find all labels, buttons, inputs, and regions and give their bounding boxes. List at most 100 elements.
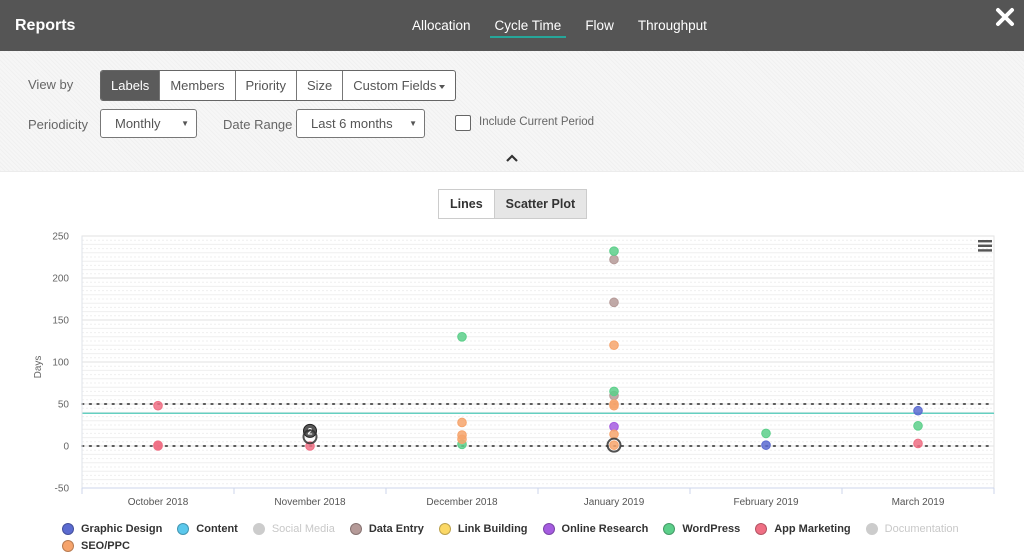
legend-label: WordPress <box>682 523 741 535</box>
data-point[interactable] <box>457 332 467 342</box>
custom-fields-label: Custom Fields <box>353 78 437 93</box>
data-point[interactable] <box>609 400 619 411</box>
date-range-select[interactable]: Last 6 months ▼ <box>296 109 425 138</box>
hamburger-menu-icon-bar <box>978 244 992 247</box>
tab-flow[interactable]: Flow <box>573 0 626 51</box>
view-by-members-button[interactable]: Members <box>160 71 236 100</box>
view-by-label: View by <box>28 77 74 92</box>
x-tick-label: December 2018 <box>426 497 498 508</box>
x-tick-label: March 2019 <box>892 497 945 508</box>
chart-menu-button[interactable] <box>978 240 992 252</box>
legend-item[interactable]: Graphic Design <box>62 522 162 536</box>
page-title: Reports <box>15 17 76 34</box>
data-point[interactable] <box>609 340 619 350</box>
tab-allocation[interactable]: Allocation <box>400 0 483 51</box>
x-tick-label: February 2019 <box>733 497 798 508</box>
legend-label: Documentation <box>884 523 959 535</box>
chart-type-toggle: Lines Scatter Plot <box>438 189 588 219</box>
legend-marker-icon <box>755 523 768 535</box>
data-point[interactable] <box>913 405 923 416</box>
legend-item[interactable]: Link Building <box>438 522 528 536</box>
cycle-time-scatter-chart: 250 200 150 100 50 0 -50 October 2018 November 2… <box>33 232 995 508</box>
legend-marker-icon <box>865 523 878 535</box>
legend-label: Online Research <box>561 523 649 535</box>
view-by-custom-fields-dropdown[interactable]: Custom Fields <box>343 71 455 100</box>
dropdown-arrow-icon: ▼ <box>181 119 189 128</box>
tab-throughput[interactable]: Throughput <box>626 0 719 51</box>
chart-legend: Graphic Design Content Social Media Data En… <box>62 522 1012 553</box>
view-by-size-button[interactable]: Size <box>297 71 344 100</box>
top-bar: Reports Allocation Cycle Time Flow Throu… <box>0 0 1024 51</box>
data-point[interactable] <box>913 438 923 449</box>
hamburger-menu-icon-bar <box>978 249 992 252</box>
data-point[interactable] <box>153 441 163 451</box>
y-tick-label: 0 <box>63 442 69 453</box>
date-range-label: Date Range <box>223 117 293 132</box>
y-tick-label: 200 <box>52 274 69 285</box>
legend-label: Link Building <box>457 523 528 535</box>
periodicity-select[interactable]: Monthly ▼ <box>100 109 197 138</box>
legend-item[interactable]: Online Research <box>542 522 649 536</box>
data-point[interactable] <box>609 246 619 256</box>
include-current-period-checkbox[interactable] <box>455 115 471 131</box>
data-point[interactable] <box>457 434 467 445</box>
data-point[interactable] <box>913 421 923 431</box>
close-button[interactable] <box>994 6 1016 28</box>
legend-item[interactable]: Data Entry <box>349 522 424 536</box>
legend-marker-icon <box>663 523 676 535</box>
data-point[interactable] <box>609 254 619 265</box>
collapse-filters-button[interactable] <box>505 151 519 165</box>
legend-label: Data Entry <box>368 523 424 535</box>
data-point[interactable] <box>609 429 619 440</box>
legend-label: App Marketing <box>774 523 851 535</box>
lines-button[interactable]: Lines <box>439 190 494 218</box>
data-point[interactable] <box>609 386 619 397</box>
legend-item[interactable]: Social Media <box>252 522 335 536</box>
legend-item[interactable]: App Marketing <box>755 522 851 536</box>
x-tick-label: January 2019 <box>584 497 645 508</box>
include-current-period-label[interactable]: Include Current Period <box>479 116 594 128</box>
legend-marker-icon <box>438 523 451 535</box>
legend-marker-icon <box>349 523 362 535</box>
date-range-value: Last 6 months <box>311 116 393 131</box>
dropdown-arrow-icon: ▼ <box>409 119 417 128</box>
periodicity-label: Periodicity <box>28 117 88 132</box>
view-by-priority-button[interactable]: Priority <box>236 71 297 100</box>
grid <box>81 235 995 489</box>
filters-panel: View by Labels Members Priority Size Cus… <box>0 51 1024 172</box>
data-point[interactable] <box>609 297 619 308</box>
view-by-labels-button[interactable]: Labels <box>101 71 161 100</box>
y-tick-label: 150 <box>52 316 69 327</box>
report-tabs: Allocation Cycle Time Flow Throughput <box>400 0 719 51</box>
legend-label: Graphic Design <box>81 523 163 535</box>
hamburger-menu-icon-bar <box>978 240 992 243</box>
legend-item[interactable]: Content <box>177 522 238 536</box>
legend-marker-icon <box>252 523 265 535</box>
x-tick-label: November 2018 <box>274 497 346 508</box>
data-point[interactable] <box>457 417 467 428</box>
data-point[interactable] <box>761 428 771 439</box>
legend-marker-icon <box>177 523 190 535</box>
caret-down-icon <box>439 84 446 89</box>
periodicity-value: Monthly <box>115 116 161 131</box>
legend-marker-icon <box>62 523 74 535</box>
legend-item[interactable]: SEO/PPC <box>62 539 130 553</box>
scatter-plot-button[interactable]: Scatter Plot <box>493 190 587 218</box>
legend-label: Content <box>196 523 238 535</box>
close-icon <box>996 8 1014 26</box>
data-point[interactable] <box>153 400 163 411</box>
data-point[interactable] <box>609 440 619 450</box>
x-tick-label: October 2018 <box>128 497 189 508</box>
legend-marker-icon <box>62 540 74 552</box>
legend-item[interactable]: Documentation <box>865 522 959 536</box>
y-tick-label: 50 <box>58 400 70 411</box>
legend-label: SEO/PPC <box>81 540 130 552</box>
data-point[interactable] <box>761 440 771 450</box>
legend-item[interactable]: WordPress <box>663 522 740 536</box>
legend-label: Social Media <box>271 523 335 535</box>
y-tick-label: -50 <box>55 484 70 495</box>
view-by-segmented-control: Labels Members Priority Size Custom Fiel… <box>100 70 457 101</box>
y-tick-label: 250 <box>52 232 69 243</box>
y-axis-title: Days <box>33 356 44 379</box>
tab-cycle-time[interactable]: Cycle Time <box>483 0 574 51</box>
